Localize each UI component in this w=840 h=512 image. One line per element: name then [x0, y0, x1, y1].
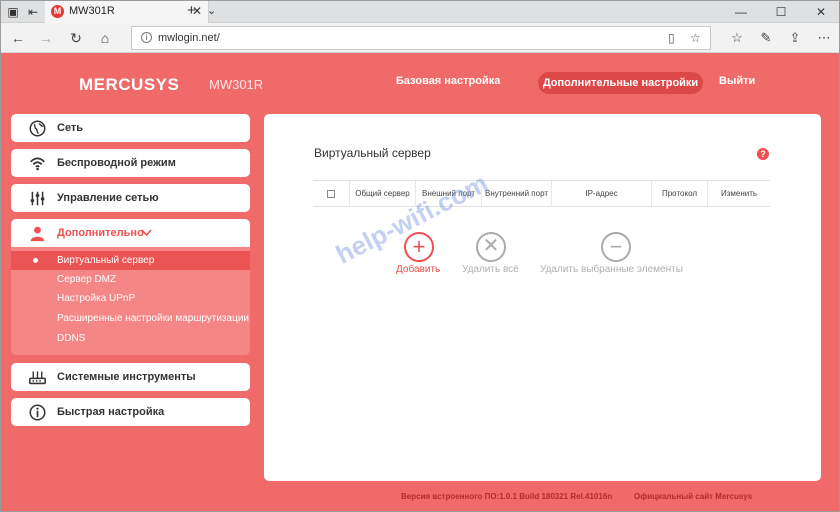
submenu-label: Виртуальный сервер [57, 255, 155, 266]
virtual-server-table: Общий сервер Внешний порт Внутренний пор… [313, 180, 770, 207]
nav-basic-settings[interactable]: Базовая настройка [396, 75, 500, 87]
submenu-label: Расширенные настройки маршрутизации [57, 313, 249, 324]
sidebar-item-label: Управление сетью [57, 192, 159, 204]
advanced-submenu: Виртуальный сервер Сервер DMZ Настройка … [11, 247, 250, 355]
table-header: IP-адрес [551, 181, 651, 207]
table-header: Протокол [651, 181, 707, 207]
chevron-down-icon[interactable]: ⌄ [207, 4, 216, 17]
reading-view-icon[interactable]: ▯ [668, 31, 675, 45]
more-menu-icon[interactable]: ⋯ [815, 29, 833, 47]
tab-title: MW301R [69, 5, 115, 17]
pen-notes-icon[interactable]: ✎ [757, 29, 775, 47]
address-toolbar: ← → ↻ ⌂ i mwlogin.net/ ▯ ☆ ☆ ✎ ⇪ ⋯ [1, 23, 839, 53]
submenu-label: DDNS [57, 333, 86, 344]
address-bar[interactable]: i mwlogin.net/ ▯ ☆ [131, 26, 711, 50]
table-header: Общий сервер [349, 181, 415, 207]
sidebar-item-advanced[interactable]: Дополнительно [11, 219, 250, 247]
submenu-label: Сервер DMZ [57, 274, 117, 285]
submenu-routing[interactable]: Расширенные настройки маршрутизации [11, 309, 250, 328]
forward-icon[interactable]: → [37, 29, 55, 47]
page-title: Виртуальный сервер [314, 146, 431, 160]
table-header: Изменить [707, 181, 770, 207]
sidebar-item-label: Системные инструменты [57, 371, 196, 383]
back-to-tabs-icon[interactable]: ⇤ [25, 4, 41, 20]
mercusys-favicon-icon: M [51, 5, 64, 18]
new-tab-icon[interactable]: + [187, 2, 196, 19]
submenu-label: Настройка UPnP [57, 293, 136, 304]
add-button[interactable]: Добавить [396, 264, 440, 275]
site-info-icon[interactable]: i [141, 32, 152, 43]
back-icon[interactable]: ← [9, 29, 27, 47]
maximize-icon[interactable]: ☐ [761, 1, 801, 23]
sidebar-item-system-tools[interactable]: Системные инструменты [11, 363, 250, 391]
user-icon [30, 226, 45, 242]
minimize-icon[interactable]: — [721, 1, 761, 23]
favorites-hub-icon[interactable]: ☆ [728, 29, 746, 47]
router-icon [29, 371, 46, 385]
select-all-checkbox[interactable] [313, 181, 349, 207]
browser-window: ▣ ⇤ M MW301R ✕ + ⌄ — ☐ ✕ ← → ↻ ⌂ i mwlog… [0, 0, 840, 512]
globe-icon [29, 120, 46, 137]
delete-all-button[interactable]: Удалить всё [462, 264, 519, 275]
delete-selected-button[interactable]: Удалить выбранные элементы [540, 264, 683, 275]
firmware-version: Версия встроенного ПО:1.0.1 Build 180321… [401, 492, 613, 501]
home-icon[interactable]: ⌂ [96, 29, 114, 47]
url-text[interactable]: mwlogin.net/ [158, 32, 220, 44]
tab-bar: ▣ ⇤ M MW301R ✕ + ⌄ — ☐ ✕ [1, 1, 839, 23]
delete-all-icon[interactable]: ✕ [476, 232, 506, 262]
delete-selected-icon[interactable]: − [601, 232, 631, 262]
content-panel: Виртуальный сервер ? Общий сервер Внешни… [264, 114, 821, 481]
submenu-virtual-server[interactable]: Виртуальный сервер [11, 251, 250, 270]
favorite-star-icon[interactable]: ☆ [690, 31, 701, 45]
sidebar-item-wireless[interactable]: Беспроводной режим [11, 149, 250, 177]
sidebar-item-label: Сеть [57, 122, 84, 134]
sliders-icon [30, 191, 45, 206]
brand-logo: MERCUSYS [79, 75, 180, 94]
info-icon [29, 404, 46, 421]
official-site-link[interactable]: Официальный сайт Mercusys [634, 492, 752, 501]
tab-actions-icon[interactable]: ▣ [5, 4, 21, 20]
submenu-dmz[interactable]: Сервер DMZ [11, 270, 250, 289]
sidebar-item-network[interactable]: Сеть [11, 114, 250, 142]
close-window-icon[interactable]: ✕ [801, 1, 839, 23]
submenu-ddns[interactable]: DDNS [11, 329, 250, 348]
browser-tab[interactable]: M MW301R ✕ [45, 1, 209, 23]
chevron-down-icon [141, 229, 152, 237]
submenu-upnp[interactable]: Настройка UPnP [11, 289, 250, 308]
sidebar-item-label: Быстрая настройка [57, 406, 165, 418]
nav-advanced-settings[interactable]: Дополнительные настройки [538, 72, 703, 94]
share-icon[interactable]: ⇪ [786, 29, 804, 47]
sidebar-item-network-control[interactable]: Управление сетью [11, 184, 250, 212]
help-icon[interactable]: ? [757, 148, 769, 160]
active-dot-icon [33, 258, 38, 263]
sidebar-item-label: Беспроводной режим [57, 157, 176, 169]
model-name: MW301R [209, 77, 264, 92]
wifi-icon [30, 157, 45, 171]
refresh-icon[interactable]: ↻ [67, 29, 85, 47]
logout-link[interactable]: Выйти [719, 75, 755, 87]
sidebar-item-quick-setup[interactable]: Быстрая настройка [11, 398, 250, 426]
sidebar-item-label: Дополнительно [57, 227, 144, 239]
